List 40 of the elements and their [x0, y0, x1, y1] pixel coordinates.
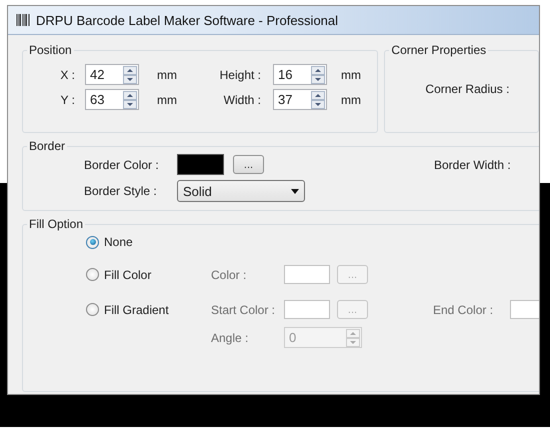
unit-label: mm — [340, 68, 362, 82]
field-label: Width : — [222, 92, 262, 106]
color-swatch[interactable] — [177, 154, 224, 175]
spin-box[interactable]: 42 — [85, 64, 139, 85]
spin-arrows-icon[interactable] — [123, 66, 137, 84]
field-label: Start Color : — [211, 302, 276, 316]
radio-icon[interactable] — [86, 303, 99, 316]
field-label: Border Color : — [84, 158, 160, 172]
dropdown[interactable]: Solid — [177, 180, 305, 202]
unit-label: mm — [156, 68, 178, 82]
spin-arrows-icon[interactable] — [123, 90, 137, 108]
field-label: Y : — [60, 92, 76, 106]
field-label: Corner Radius : — [425, 82, 510, 96]
radio-option[interactable]: None — [86, 235, 211, 249]
spin-arrows-icon[interactable] — [311, 66, 325, 84]
field-label: Border Width : — [434, 158, 511, 172]
radio-icon[interactable] — [86, 236, 99, 248]
radio-option[interactable]: Fill Gradient — [86, 302, 211, 316]
spin-box[interactable]: 37 — [273, 89, 327, 110]
radio-option[interactable]: Fill Color — [86, 268, 211, 282]
barcode-icon — [16, 14, 30, 26]
group-title: Border — [28, 139, 66, 153]
unit-label: mm — [340, 92, 362, 106]
spin-box[interactable]: 63 — [85, 89, 139, 110]
caret-icon — [291, 188, 299, 194]
field-label: Height : — [218, 68, 262, 82]
group-title: Position — [28, 43, 73, 57]
radio-icon[interactable] — [86, 268, 99, 281]
spin-box[interactable]: 16 — [273, 64, 327, 85]
browse-button[interactable]: ... — [233, 155, 264, 174]
field-label: Color : — [211, 268, 248, 282]
unit-label: mm — [156, 92, 178, 106]
field-label: End Color : — [433, 302, 494, 316]
window-title: DRPU Barcode Label Maker Software - Professional — [36, 12, 338, 28]
field-label: X : — [59, 68, 76, 82]
group-title: Corner Properties — [390, 43, 488, 57]
spin-arrows-icon[interactable] — [311, 90, 325, 108]
group-title: Fill Option — [28, 217, 84, 231]
field-label: Border Style : — [84, 184, 158, 198]
field-label: Angle : — [211, 330, 248, 344]
